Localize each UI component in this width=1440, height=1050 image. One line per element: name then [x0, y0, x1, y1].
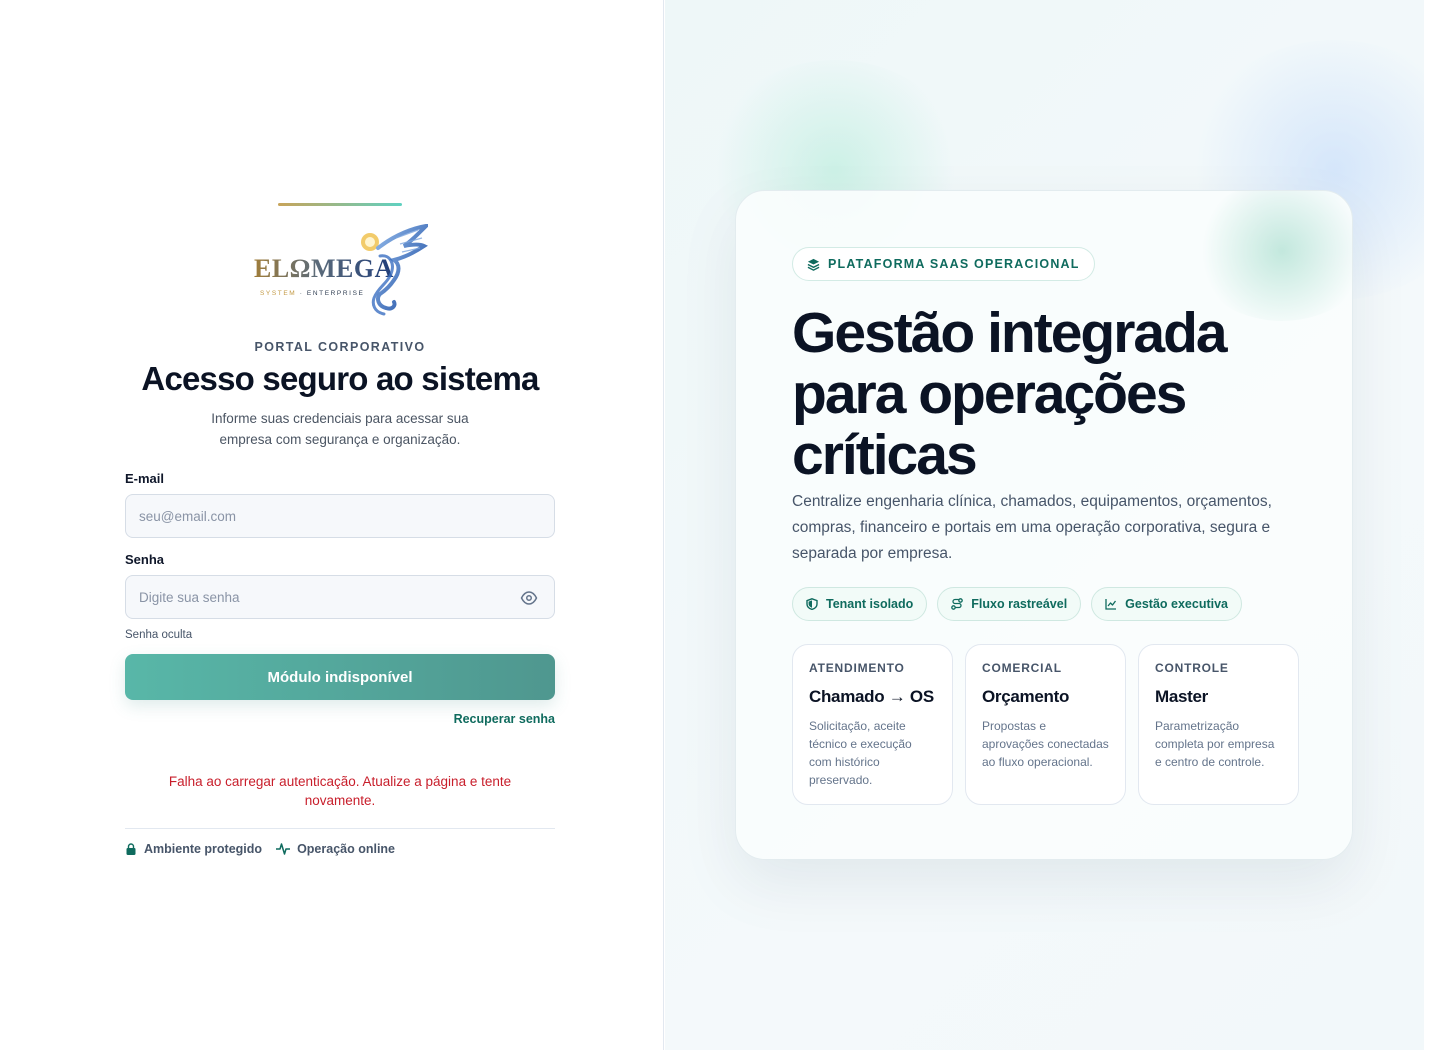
- hero-description: Centralize engenharia clínica, chamados,…: [792, 493, 1272, 562]
- lock-icon: [126, 843, 136, 855]
- chart-line-icon: [1105, 599, 1117, 610]
- accent-bar: [278, 203, 402, 206]
- page-title: Acesso seguro ao sistema: [141, 360, 539, 397]
- tile-text: Solicitação, aceite técnico e execução c…: [809, 719, 912, 787]
- tile-title: Chamado → OS: [809, 687, 934, 706]
- layers-icon: [807, 258, 820, 271]
- email-field[interactable]: seu@email.com: [125, 494, 555, 538]
- route-icon: [951, 598, 964, 610]
- tile-label: ATENDIMENTO: [809, 661, 905, 675]
- hero-headline: Gestão integrada para operações críticas: [792, 301, 1228, 487]
- password-label: Senha: [125, 552, 165, 567]
- login-footer: Ambiente protegido Operação online: [125, 842, 555, 856]
- chip-fluxo-rastreavel[interactable]: Fluxo rastreável: [937, 587, 1082, 621]
- login-panel: ELΩMEGA SYSTEM · ENTERPRISE PORTAL CORPO…: [0, 0, 664, 1050]
- online-status: Operação online: [276, 842, 395, 856]
- tile-label: CONTROLE: [1155, 661, 1229, 675]
- pulse-icon: [276, 843, 291, 855]
- shield-icon: [806, 598, 818, 610]
- submit-button[interactable]: Módulo indisponível: [125, 654, 555, 700]
- logo-tagline: SYSTEM · ENTERPRISE: [260, 290, 365, 297]
- feature-chips: Tenant isolado Fluxo rastreável Gestão e…: [792, 587, 1243, 621]
- eye-icon[interactable]: [520, 589, 538, 607]
- hero-panel: PLATAFORMA SAAS OPERACIONAL Gestão integ…: [665, 0, 1424, 1050]
- password-hint: Senha oculta: [125, 629, 193, 641]
- chip-gestao-executiva[interactable]: Gestão executiva: [1091, 587, 1243, 621]
- feature-tiles: ATENDIMENTO Chamado → OS Solicitação, ac…: [792, 644, 1299, 805]
- password-field[interactable]: Digite sua senha: [125, 575, 555, 619]
- platform-badge: PLATAFORMA SAAS OPERACIONAL: [792, 247, 1095, 281]
- login-form: ELΩMEGA SYSTEM · ENTERPRISE PORTAL CORPO…: [125, 203, 555, 856]
- email-placeholder: seu@email.com: [139, 508, 236, 524]
- tile-atendimento: ATENDIMENTO Chamado → OS Solicitação, ac…: [792, 644, 953, 805]
- logo-wing-icon: [361, 224, 428, 316]
- email-label: E-mail: [125, 471, 165, 486]
- page-subtitle: Informe suas credenciais para acessar su…: [211, 411, 469, 447]
- recover-password-link[interactable]: Recuperar senha: [125, 712, 555, 726]
- tile-title: Master: [1155, 687, 1209, 706]
- hero-card: PLATAFORMA SAAS OPERACIONAL Gestão integ…: [735, 190, 1353, 860]
- portal-label: PORTAL CORPORATIVO: [254, 340, 426, 354]
- chip-tenant-isolado[interactable]: Tenant isolado: [792, 587, 928, 621]
- divider: [125, 828, 555, 829]
- password-placeholder: Digite sua senha: [139, 589, 240, 605]
- tile-comercial: COMERCIAL Orçamento Propostas e aprovaçõ…: [965, 644, 1126, 805]
- error-message: Falha ao carregar autenticação. Atualize…: [168, 774, 512, 808]
- company-logo: ELΩMEGA SYSTEM · ENTERPRISE: [252, 218, 428, 318]
- tile-text: Parametrização completa por empresa e ce…: [1155, 719, 1275, 769]
- tile-label: COMERCIAL: [982, 661, 1062, 675]
- tile-title: Orçamento: [982, 687, 1070, 706]
- protected-status: Ambiente protegido: [125, 842, 262, 856]
- tile-text: Propostas e aprovações conectadas ao flu…: [982, 719, 1109, 769]
- tile-controle: CONTROLE Master Parametrização completa …: [1138, 644, 1299, 805]
